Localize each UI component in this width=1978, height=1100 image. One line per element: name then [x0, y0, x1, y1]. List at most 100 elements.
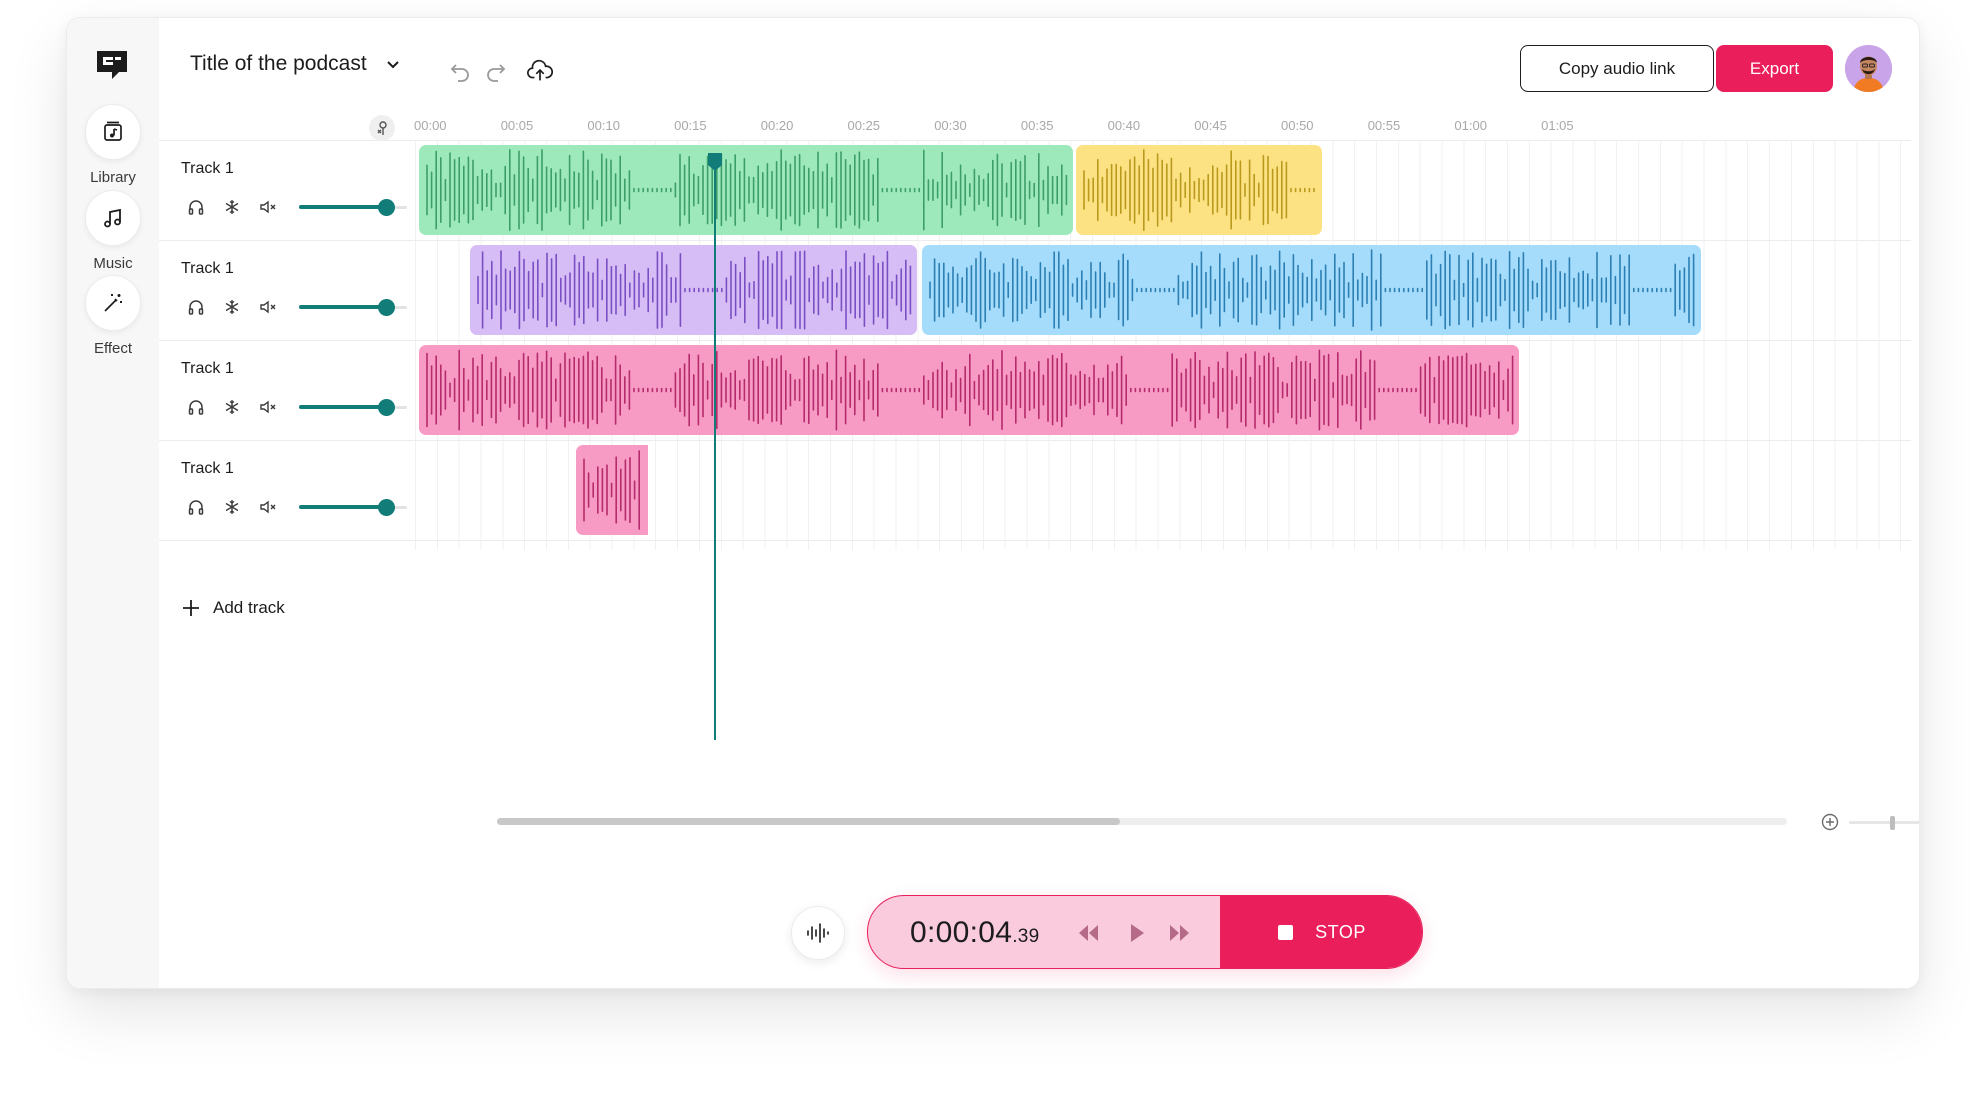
magic-wand-icon [104, 294, 122, 312]
waveform [583, 450, 641, 530]
ruler-tick: 00:30 [934, 118, 967, 133]
marker-pin-icon[interactable] [369, 115, 395, 141]
audio-clip[interactable] [1076, 145, 1322, 235]
headphones-icon[interactable] [185, 496, 207, 518]
ruler-tick: 01:05 [1541, 118, 1574, 133]
row-divider [159, 240, 1911, 241]
mute-icon[interactable] [257, 396, 279, 418]
ruler-tick: 00:05 [500, 118, 534, 133]
volume-knob[interactable] [378, 199, 396, 216]
headphones-icon[interactable] [185, 196, 207, 218]
zoom-knob[interactable] [1890, 816, 1895, 830]
stop-icon [1278, 924, 1294, 940]
track-header: Track 1 [181, 140, 411, 240]
volume-knob[interactable] [378, 299, 396, 316]
add-track-label: Add track [213, 598, 285, 617]
ruler-tick: 00:55 [1367, 118, 1401, 133]
add-track-button[interactable]: Add track [181, 598, 285, 618]
avatar[interactable] [1845, 45, 1892, 92]
mute-icon[interactable] [257, 496, 279, 518]
volume-knob[interactable] [378, 499, 396, 516]
row-divider [159, 440, 1911, 441]
timeline: 00:00 00:05 00:10 00:15 00:20 00:25 00:30 00:35… [159, 115, 1919, 648]
sidebar-item-effect[interactable]: Effect [67, 275, 159, 357]
track-header: Track 1 [181, 340, 411, 440]
timeline-scrollbar[interactable] [497, 818, 1787, 825]
zoom-slider[interactable] [1849, 816, 1919, 830]
ruler-tick: 00:20 [760, 118, 794, 133]
page-title: Title of the podcast [190, 52, 367, 75]
track-name[interactable]: Track 1 [181, 460, 234, 478]
volume-slider[interactable] [299, 198, 407, 216]
logo-icon[interactable] [93, 46, 131, 84]
time-main: 0:00:04 [910, 916, 1013, 949]
ruler-tick: 00:45 [1194, 118, 1227, 133]
mute-icon[interactable] [257, 196, 279, 218]
zoom-in-icon[interactable] [1819, 811, 1841, 833]
headphones-icon[interactable] [185, 296, 207, 318]
sidebar: Library Music Effect [67, 18, 159, 988]
mute-icon[interactable] [257, 296, 279, 318]
time-ms: .39 [1012, 926, 1040, 947]
audio-clip[interactable] [470, 245, 917, 335]
scrollbar-thumb[interactable] [497, 818, 1120, 825]
ruler-tick: 00:35 [1020, 118, 1054, 133]
cloud-upload-icon[interactable] [526, 57, 554, 85]
podcast-title-dropdown[interactable]: Title of the podcast [190, 52, 401, 76]
fast-forward-icon[interactable] [1166, 920, 1192, 946]
audio-clip-recording[interactable] [576, 445, 648, 535]
audio-clip[interactable] [419, 145, 1073, 235]
ruler-tick: 00:10 [587, 118, 620, 133]
playhead-handle[interactable] [706, 151, 724, 173]
row-divider [159, 340, 1911, 341]
waveform-button[interactable] [791, 906, 845, 960]
sidebar-item-label: Music [93, 255, 133, 272]
rewind-icon[interactable] [1076, 920, 1102, 946]
volume-slider[interactable] [299, 498, 407, 516]
music-note-icon [104, 208, 121, 228]
play-icon[interactable] [1124, 920, 1150, 946]
sidebar-item-label: Library [90, 169, 136, 186]
waveform [1083, 149, 1315, 231]
track-name[interactable]: Track 1 [181, 260, 234, 278]
ruler-tick: 00:00 [414, 118, 447, 133]
volume-knob[interactable] [378, 399, 396, 416]
freeze-icon[interactable] [221, 196, 243, 218]
waveform [929, 249, 1695, 331]
sidebar-item-library[interactable]: Library [67, 104, 159, 186]
ruler-tick: 00:25 [847, 118, 881, 133]
freeze-icon[interactable] [221, 296, 243, 318]
volume-slider[interactable] [299, 398, 407, 416]
transport-bar: 0:00:04.39 STOP [867, 895, 1423, 969]
stop-button[interactable]: STOP [1220, 896, 1422, 968]
headphones-icon[interactable] [185, 396, 207, 418]
freeze-icon[interactable] [221, 496, 243, 518]
track-name[interactable]: Track 1 [181, 160, 234, 178]
stop-label: STOP [1315, 921, 1366, 942]
row-divider [159, 540, 1911, 541]
track-name[interactable]: Track 1 [181, 360, 234, 378]
row-divider [159, 140, 1911, 141]
copy-audio-link-button[interactable]: Copy audio link [1520, 45, 1714, 92]
audio-clip[interactable] [922, 245, 1701, 335]
plus-icon [183, 600, 199, 616]
volume-slider[interactable] [299, 298, 407, 316]
sidebar-item-music[interactable]: Music [67, 190, 159, 272]
ruler-tick: 00:50 [1281, 118, 1314, 133]
waveform [477, 250, 912, 330]
undo-icon[interactable] [446, 57, 474, 85]
playhead-line[interactable] [714, 155, 716, 740]
ruler-tick: 00:40 [1107, 118, 1141, 133]
redo-icon[interactable] [482, 57, 510, 85]
audio-clip[interactable] [419, 345, 1519, 435]
waveform [426, 349, 1514, 431]
sidebar-item-label: Effect [93, 340, 133, 357]
track-header: Track 1 [181, 440, 411, 540]
freeze-icon[interactable] [221, 396, 243, 418]
time-display: 0:00:04.39 [910, 916, 1040, 950]
ruler-tick: 00:15 [674, 118, 707, 133]
track-header: Track 1 [181, 240, 411, 340]
library-icon [104, 121, 122, 141]
waveform-icon [807, 923, 829, 943]
export-button[interactable]: Export [1716, 45, 1833, 92]
